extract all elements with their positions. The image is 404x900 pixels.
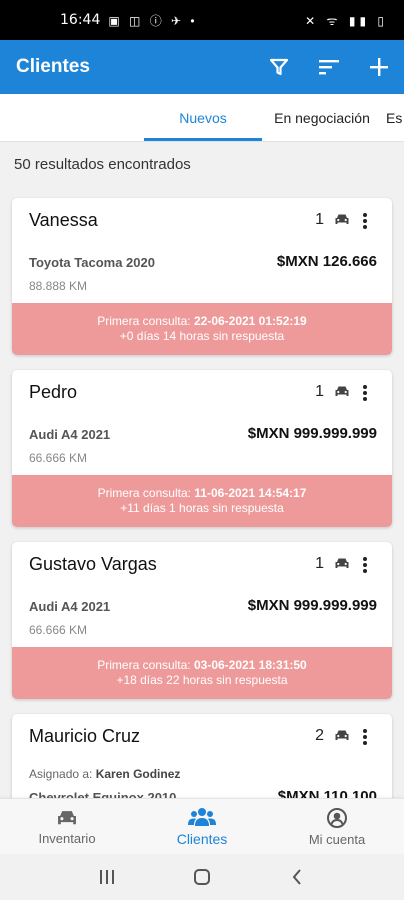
response-alert: Primera consulta: 22-06-2021 01:52:19 +0… (12, 303, 392, 355)
account-icon (327, 807, 347, 828)
first-contact-line: Primera consulta: 11-06-2021 14:54:17 (97, 486, 307, 500)
status-time: 16:44 (60, 12, 101, 28)
status-bar: 16:44 ▣ ◫ ⓘ ✈ • ✕ ᯤ ▮▮ ▯ (0, 0, 404, 40)
client-card[interactable]: Gustavo Vargas 1 Audi A4 2021 $MXN 999.9… (12, 542, 392, 699)
no-response-duration: +18 días 22 horas sin respuesta (116, 673, 288, 687)
vehicle-price: $MXN 126.666 (276, 253, 377, 270)
assigned-to: Asignado a: Karen Godinez (29, 767, 181, 781)
vehicle-count: 2 (315, 727, 324, 744)
more-vert-icon (363, 557, 367, 573)
filter-button[interactable] (254, 40, 304, 94)
first-contact-date: 11-06-2021 14:54:17 (194, 486, 307, 500)
more-options-button[interactable] (352, 724, 378, 750)
car-icon (335, 558, 349, 568)
first-contact-line: Primera consulta: 22-06-2021 01:52:19 (97, 314, 307, 328)
vehicle-km: 66.666 KM (29, 451, 88, 465)
back-button[interactable] (277, 862, 317, 892)
home-icon (193, 869, 210, 885)
client-name: Mauricio Cruz (29, 726, 141, 746)
add-button[interactable] (354, 40, 404, 94)
car-icon (335, 214, 349, 224)
vehicle-price: $MXN 999.999.999 (247, 597, 377, 614)
notification-icons: ▣ ◫ ⓘ ✈ • (108, 13, 198, 28)
vehicle-model: Audi A4 2021 (29, 427, 111, 442)
response-alert: Primera consulta: 11-06-2021 14:54:17 +1… (12, 475, 392, 527)
assigned-agent-name: Karen Godinez (95, 767, 181, 781)
home-button[interactable] (182, 862, 222, 892)
nav-label: Mi cuenta (308, 831, 366, 847)
client-name: Gustavo Vargas (29, 554, 157, 574)
vehicle-count: 1 (315, 211, 324, 228)
app-bar-actions (254, 40, 404, 94)
tab-partial[interactable]: Es (386, 94, 404, 142)
app-bar: Clientes (0, 40, 404, 94)
nav-label: Clientes (176, 831, 228, 847)
more-options-button[interactable] (352, 380, 378, 406)
no-response-duration: +0 días 14 horas sin respuesta (119, 329, 285, 343)
system-navigation-bar (0, 854, 404, 900)
system-status-icons: ✕ ᯤ ▮▮ ▯ (305, 13, 388, 28)
recent-apps-button[interactable] (87, 862, 127, 892)
car-icon (335, 730, 349, 740)
first-contact-line: Primera consulta: 03-06-2021 18:31:50 (97, 658, 307, 672)
nav-clientes[interactable]: Clientes (135, 799, 269, 855)
active-tab-indicator (144, 138, 262, 141)
car-icon (335, 386, 349, 396)
more-vert-icon (363, 385, 367, 401)
first-contact-date: 03-06-2021 18:31:50 (193, 658, 307, 672)
results-count: 50 resultados encontrados (14, 156, 191, 173)
nav-mi-cuenta[interactable]: Mi cuenta (270, 799, 404, 855)
add-icon (370, 58, 388, 76)
vehicle-model: Audi A4 2021 (29, 599, 111, 614)
sort-button[interactable] (304, 40, 354, 94)
vehicle-model: Toyota Tacoma 2020 (29, 255, 155, 270)
car-icon (58, 810, 76, 824)
client-card[interactable]: Pedro 1 Audi A4 2021 $MXN 999.999.999 66… (12, 370, 392, 527)
bottom-navigation: Inventario Clientes Mi cuenta (0, 798, 404, 854)
more-options-button[interactable] (352, 208, 378, 234)
people-icon (188, 808, 216, 826)
tab-bar: Nuevos En negociación Es (0, 94, 404, 142)
nav-inventario[interactable]: Inventario (0, 799, 134, 855)
client-card[interactable]: Vanessa 1 Toyota Tacoma 2020 $MXN 126.66… (12, 198, 392, 355)
more-vert-icon (363, 213, 367, 229)
vehicle-count: 1 (315, 383, 324, 400)
no-response-duration: +11 días 1 horas sin respuesta (120, 501, 284, 515)
tab-nuevos[interactable]: Nuevos (144, 94, 262, 142)
page-title: Clientes (16, 56, 90, 77)
client-name: Pedro (29, 382, 78, 402)
filter-icon (269, 58, 289, 76)
response-alert: Primera consulta: 03-06-2021 18:31:50 +1… (12, 647, 392, 699)
nav-label: Inventario (38, 830, 96, 846)
more-options-button[interactable] (352, 552, 378, 578)
client-name: Vanessa (29, 210, 98, 230)
recent-apps-icon (100, 870, 115, 884)
vehicle-price: $MXN 999.999.999 (247, 425, 377, 442)
tab-en-negociacion[interactable]: En negociación (264, 94, 380, 142)
more-vert-icon (363, 729, 367, 745)
vehicle-km: 88.888 KM (29, 279, 88, 293)
sort-icon (319, 60, 339, 75)
first-contact-date: 22-06-2021 01:52:19 (193, 314, 307, 328)
vehicle-km: 66.666 KM (29, 623, 88, 637)
vehicle-count: 1 (315, 555, 324, 572)
back-chevron-icon (292, 869, 301, 885)
